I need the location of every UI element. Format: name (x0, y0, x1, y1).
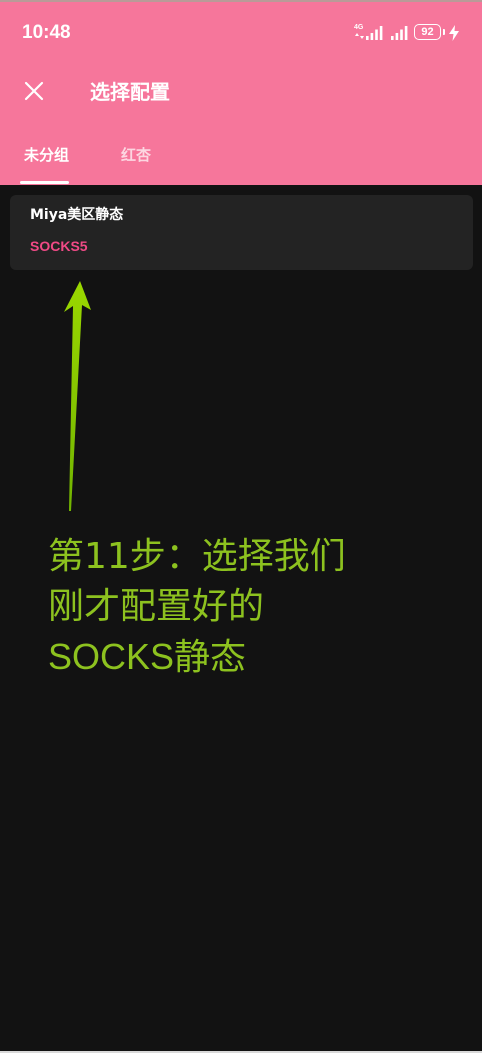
annotation-line: SOCKS静态 (48, 636, 247, 677)
cellular-signal-icon (391, 26, 408, 40)
app-bar: 10:48 4G 92 选择配置 未分组 红杏 (0, 0, 482, 185)
battery-level: 92 (421, 26, 434, 38)
network-type-label: 4G (354, 24, 364, 31)
close-button[interactable] (22, 79, 46, 103)
status-time: 10:48 (22, 22, 71, 43)
data-transfer-icon (355, 33, 364, 39)
charging-icon (449, 25, 459, 41)
annotation-arrow (64, 281, 91, 511)
close-icon (24, 81, 44, 101)
cellular-signal-icon (366, 26, 383, 40)
page-title: 选择配置 (90, 80, 170, 104)
profile-type: SOCKS5 (30, 238, 88, 254)
annotation-text: 第11步：选择我们 刚才配置好的 SOCKS静态 (48, 532, 346, 682)
tab-hongxing[interactable]: 红杏 (121, 145, 151, 165)
profile-name: Miya美区静态 (30, 207, 124, 223)
top-edge (0, 0, 482, 2)
tab-indicator (20, 181, 69, 184)
battery-icon: 92 (414, 24, 441, 40)
annotation-line: 刚才配置好的 (48, 586, 265, 627)
annotation-line: 第11步：选择我们 (48, 536, 346, 577)
tab-ungrouped[interactable]: 未分组 (24, 145, 69, 165)
profile-item[interactable]: Miya美区静态 SOCKS5 (10, 195, 473, 270)
battery-nub (443, 29, 445, 35)
